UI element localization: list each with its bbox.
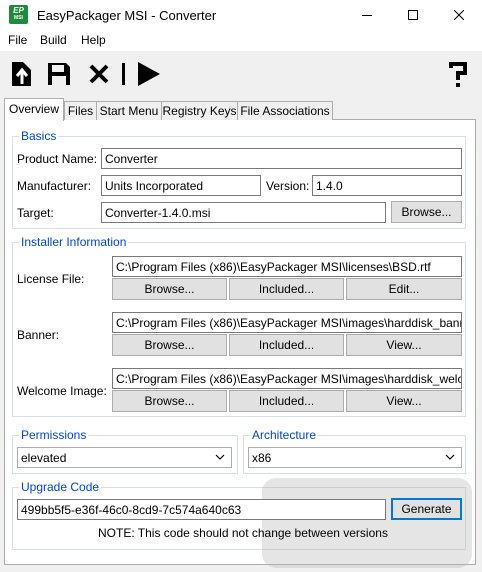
run-icon xyxy=(138,62,160,86)
menu-help[interactable]: Help xyxy=(81,33,106,47)
tab-file-associations[interactable]: File Associations xyxy=(237,101,333,120)
maximize-button[interactable] xyxy=(390,0,436,30)
product-name-input[interactable]: Converter xyxy=(101,148,462,169)
architecture-select[interactable]: x86 xyxy=(248,447,462,468)
close-icon xyxy=(89,64,109,84)
minimize-icon xyxy=(362,15,372,16)
app-icon: EP MSI xyxy=(9,5,28,24)
close-window-icon xyxy=(454,10,464,20)
license-browse-button[interactable]: Browse... xyxy=(112,278,227,300)
tab-files[interactable]: Files xyxy=(64,101,97,120)
menu-bar: File Build Help xyxy=(0,30,482,51)
target-browse-button[interactable]: Browse... xyxy=(391,201,462,223)
banner-view-button[interactable]: View... xyxy=(346,334,462,356)
save-icon xyxy=(48,63,70,85)
tab-registry-keys[interactable]: Registry Keys xyxy=(161,101,238,120)
watermark xyxy=(262,478,472,568)
minimize-button[interactable] xyxy=(344,0,390,30)
welcome-view-button[interactable]: View... xyxy=(346,390,462,412)
architecture-group-title: Architecture xyxy=(250,428,319,442)
upgrade-code-group-title: Upgrade Code xyxy=(19,480,102,494)
banner-included-button[interactable]: Included... xyxy=(229,334,344,356)
chevron-down-icon xyxy=(445,454,455,460)
toolbar-separator xyxy=(122,63,125,85)
banner-label: Banner: xyxy=(17,328,60,342)
manufacturer-input[interactable]: Units Incorporated xyxy=(101,175,261,196)
window-title: EasyPackager MSI - Converter xyxy=(37,8,217,23)
version-input[interactable]: 1.4.0 xyxy=(312,175,462,196)
menu-file[interactable]: File xyxy=(8,33,27,47)
architecture-selected-value: x86 xyxy=(252,451,272,465)
run-button[interactable] xyxy=(134,59,162,89)
installer-info-group-title: Installer Information xyxy=(19,235,129,249)
version-label: Version: xyxy=(266,179,310,193)
new-build-button[interactable] xyxy=(8,59,36,89)
license-file-label: License File: xyxy=(17,272,85,286)
permissions-select[interactable]: elevated xyxy=(17,447,232,468)
title-bar: EP MSI EasyPackager MSI - Converter xyxy=(0,0,482,30)
new-build-icon xyxy=(12,62,31,86)
target-label: Target: xyxy=(17,206,54,220)
toolbar xyxy=(0,51,482,97)
permissions-selected-value: elevated xyxy=(21,451,67,465)
upgrade-code-input[interactable]: 499bb5f5-e36f-46c0-8cd9-7c574a640c63 xyxy=(17,499,386,520)
permissions-group-title: Permissions xyxy=(19,428,89,442)
maximize-icon xyxy=(408,10,418,20)
welcome-included-button[interactable]: Included... xyxy=(229,390,344,412)
target-input[interactable]: Converter-1.4.0.msi xyxy=(101,202,386,223)
license-file-input[interactable]: C:\Program Files (x86)\EasyPackager MSI\… xyxy=(112,256,462,277)
app-icon-subtext: MSI xyxy=(14,15,23,21)
welcome-image-label: Welcome Image: xyxy=(17,384,107,398)
upgrade-code-note: NOTE: This code should not change betwee… xyxy=(98,526,388,540)
welcome-browse-button[interactable]: Browse... xyxy=(112,390,227,412)
save-button[interactable] xyxy=(45,59,73,89)
menu-build[interactable]: Build xyxy=(40,33,67,47)
license-edit-button[interactable]: Edit... xyxy=(346,278,462,300)
app-icon-text: EP xyxy=(13,6,24,15)
banner-browse-button[interactable]: Browse... xyxy=(112,334,227,356)
product-name-label: Product Name: xyxy=(17,152,98,166)
close-project-button[interactable] xyxy=(85,59,113,89)
tab-overview[interactable]: Overview xyxy=(4,98,64,121)
tab-start-menu[interactable]: Start Menu xyxy=(96,101,162,120)
welcome-image-input[interactable]: C:\Program Files (x86)\EasyPackager MSI\… xyxy=(112,368,462,389)
help-icon xyxy=(449,62,467,87)
chevron-down-icon xyxy=(215,454,225,460)
license-included-button[interactable]: Included... xyxy=(229,278,344,300)
manufacturer-label: Manufacturer: xyxy=(17,179,92,193)
help-button[interactable] xyxy=(444,59,472,89)
basics-group-title: Basics xyxy=(19,129,59,143)
generate-button[interactable]: Generate xyxy=(391,498,462,520)
close-window-button[interactable] xyxy=(436,0,482,30)
banner-input[interactable]: C:\Program Files (x86)\EasyPackager MSI\… xyxy=(112,312,462,333)
